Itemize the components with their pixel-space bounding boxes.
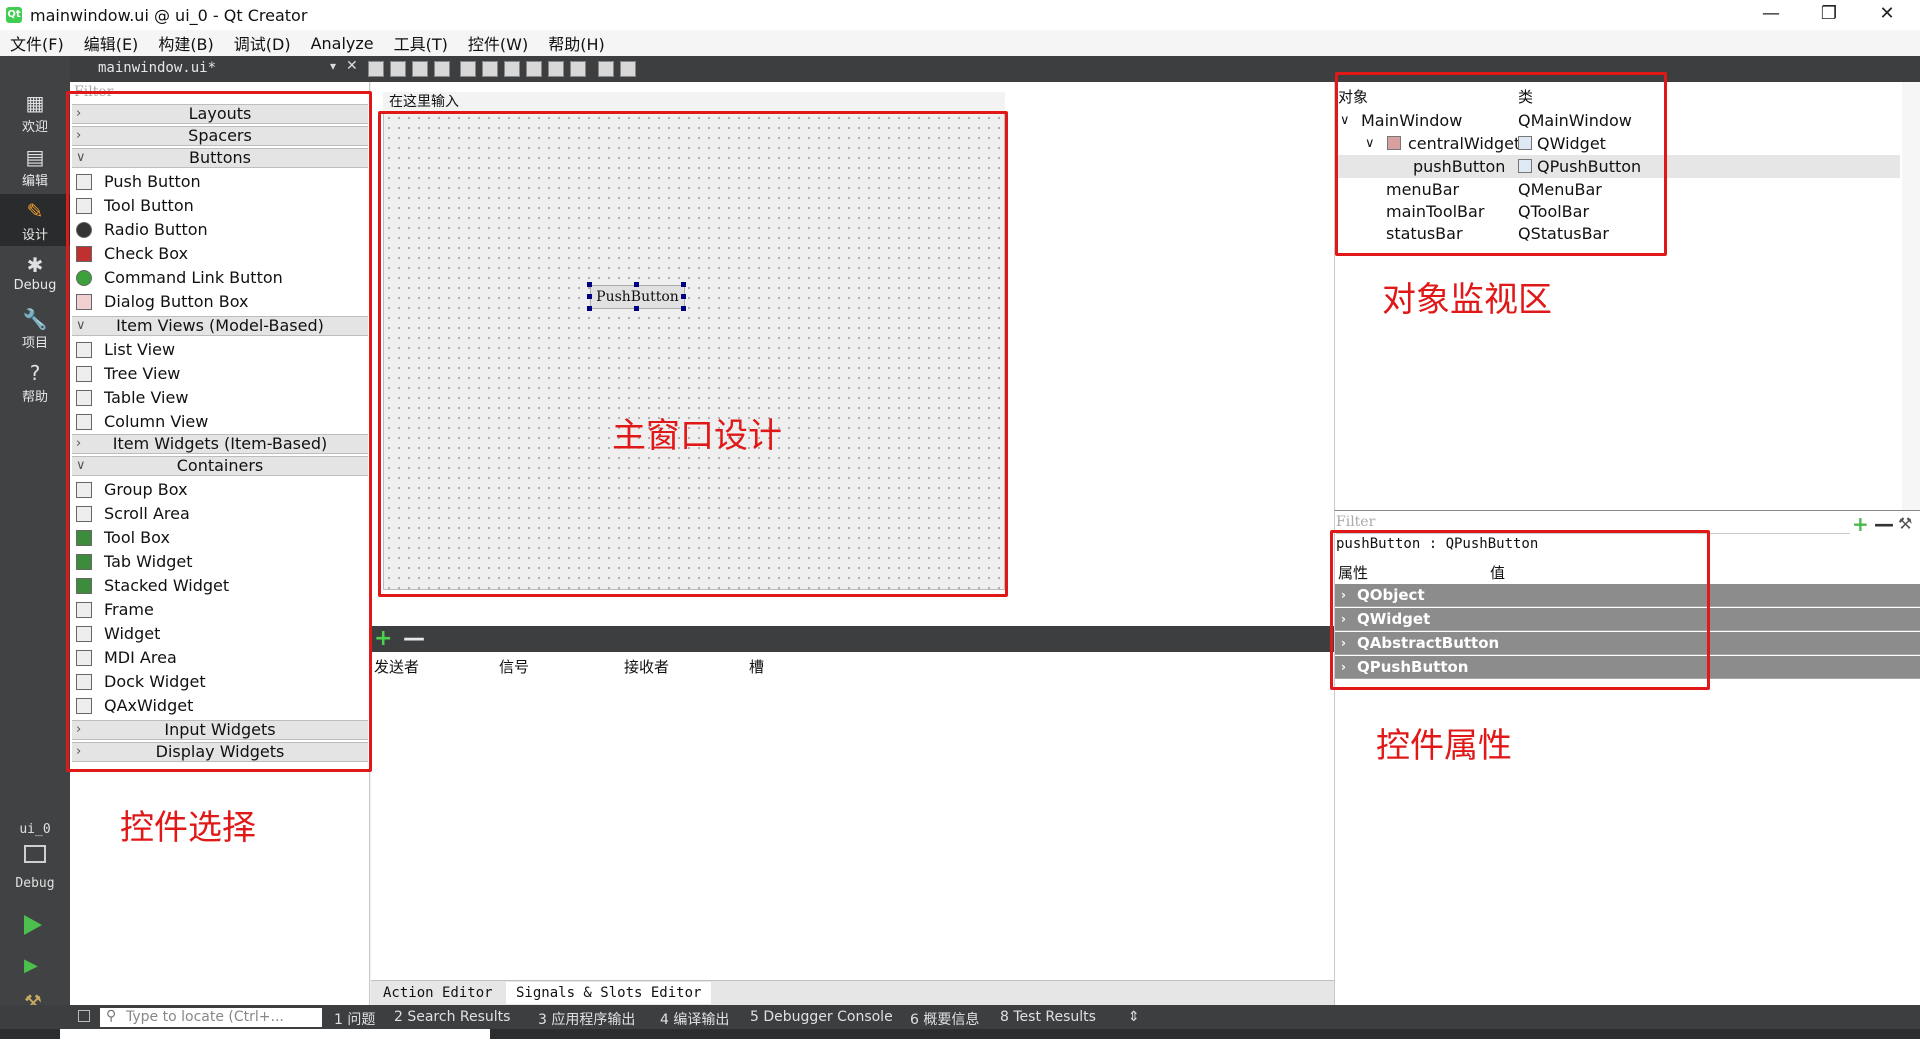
tab-action-editor[interactable]: Action Editor — [373, 982, 503, 1004]
menu-build[interactable]: 构建(B) — [148, 31, 223, 55]
signals-slots-table — [371, 652, 1334, 980]
close-document-icon[interactable]: ✕ — [346, 58, 358, 74]
column-sender[interactable]: 发送者 — [374, 656, 419, 677]
layout-horizontal-icon[interactable] — [460, 61, 476, 77]
menu-debug[interactable]: 调试(D) — [224, 31, 301, 55]
pane-application-output[interactable]: 3 应用程序输出 — [538, 1009, 635, 1029]
window-title: mainwindow.ui @ ui_0 - Qt Creator — [30, 5, 308, 25]
mode-design[interactable]: ✎ 设计 — [0, 194, 70, 246]
pane-general-messages[interactable]: 6 概要信息 — [910, 1009, 979, 1029]
mode-label: 项目 — [21, 336, 48, 351]
pane-issues[interactable]: 1 问题 — [334, 1009, 375, 1029]
mode-label: 设计 — [21, 228, 48, 243]
layout-v-splitter-icon[interactable] — [526, 61, 542, 77]
edit-signals-icon[interactable] — [390, 61, 406, 77]
layout-form-icon[interactable] — [548, 61, 564, 77]
search-icon: ⚲ — [106, 1008, 117, 1024]
form-menu-bar[interactable]: 在这里输入 — [383, 92, 1005, 112]
annotation-main-design: 主窗口设计 — [612, 416, 782, 456]
mode-edit[interactable]: ▤ 编辑 — [0, 140, 70, 192]
monitor-icon[interactable] — [24, 845, 46, 863]
pane-search-results[interactable]: 2 Search Results — [394, 1009, 510, 1025]
locator-input[interactable]: Type to locate (Ctrl+... — [100, 1008, 322, 1027]
wrench-icon[interactable]: ⚒ — [1898, 514, 1912, 533]
menu-tools[interactable]: 工具(T) — [384, 31, 458, 55]
mode-help[interactable]: ? 帮助 — [0, 356, 70, 408]
debug-run-icon[interactable]: ▶ — [24, 955, 38, 976]
close-button[interactable]: ✕ — [1858, 0, 1916, 30]
menu-file[interactable]: 文件(F) — [0, 31, 74, 55]
remove-connection-button[interactable]: — — [403, 628, 425, 650]
break-layout-icon[interactable] — [598, 61, 614, 77]
run-icon[interactable] — [24, 915, 42, 935]
kit-build-mode[interactable]: Debug — [0, 876, 70, 891]
grid-icon: ▦ — [25, 91, 45, 115]
edit-buddies-icon[interactable] — [412, 61, 428, 77]
pencil-icon: ✎ — [26, 199, 44, 223]
layout-h-splitter-icon[interactable] — [504, 61, 520, 77]
menu-bar: 文件(F) 编辑(E) 构建(B) 调试(D) Analyze 工具(T) 控件… — [0, 30, 1920, 56]
pane-compile-output[interactable]: 4 编译输出 — [660, 1009, 729, 1029]
annotation-widget-props: 控件属性 — [1376, 726, 1512, 766]
annotation-object-monitor: 对象监视区 — [1382, 280, 1552, 320]
mode-welcome[interactable]: ▦ 欢迎 — [0, 86, 70, 138]
annotation-box-widget-props — [1330, 530, 1710, 690]
column-slot[interactable]: 槽 — [749, 656, 764, 677]
annotation-widget-select: 控件选择 — [120, 808, 256, 848]
qt-logo-icon: Qt — [6, 7, 22, 23]
dropdown-arrow-icon[interactable]: ▾ — [330, 59, 336, 73]
annotation-box-object-monitor — [1335, 72, 1667, 256]
kit-project-name: ui_0 — [19, 822, 51, 837]
menu-help[interactable]: 帮助(H) — [538, 31, 615, 55]
adjust-size-icon[interactable] — [620, 61, 636, 77]
layout-vertical-icon[interactable] — [482, 61, 498, 77]
tab-signals-slots-editor[interactable]: Signals & Slots Editor — [506, 982, 712, 1004]
mode-label: 编辑 — [21, 174, 48, 189]
pane-test-results[interactable]: 8 Test Results — [1000, 1009, 1096, 1025]
add-property-button[interactable]: + — [1852, 512, 1869, 536]
add-connection-button[interactable]: + — [374, 628, 392, 650]
annotation-box-main-design — [378, 111, 1008, 597]
more-panes-icon[interactable]: ⇕ — [1128, 1009, 1140, 1025]
menu-widgets[interactable]: 控件(W) — [458, 31, 538, 55]
wrench-icon: 🔧 — [22, 307, 48, 331]
signals-slots-toolbar — [371, 626, 1334, 652]
document-icon: ▤ — [25, 145, 45, 169]
bug-icon: ✱ — [26, 253, 44, 277]
edit-widgets-icon[interactable] — [368, 61, 384, 77]
column-receiver[interactable]: 接收者 — [624, 656, 669, 677]
mode-label: 帮助 — [21, 390, 48, 405]
edit-tab-order-icon[interactable] — [434, 61, 450, 77]
layout-grid-icon[interactable] — [570, 61, 586, 77]
menu-analyze[interactable]: Analyze — [301, 34, 384, 53]
minimize-button[interactable]: — — [1742, 0, 1800, 30]
mode-label: 欢迎 — [21, 120, 48, 135]
maximize-button[interactable]: ❐ — [1800, 0, 1858, 30]
remove-property-button[interactable]: — — [1874, 512, 1894, 536]
annotation-box-widget-select — [66, 91, 372, 772]
mode-label: Debug — [13, 278, 57, 293]
object-inspector-scrollbar[interactable] — [1902, 82, 1920, 510]
toggle-sidebar-icon[interactable] — [78, 1010, 90, 1022]
document-tab[interactable]: mainwindow.ui* — [98, 60, 338, 80]
menu-edit[interactable]: 编辑(E) — [74, 31, 149, 55]
column-signal[interactable]: 信号 — [499, 656, 529, 677]
bottom-strip-highlight — [60, 1029, 490, 1039]
question-icon: ? — [29, 361, 41, 385]
mode-projects[interactable]: 🔧 项目 — [0, 302, 70, 354]
title-bar: Qt mainwindow.ui @ ui_0 - Qt Creator — ❐… — [0, 0, 1920, 30]
mode-debug[interactable]: ✱ Debug — [0, 248, 70, 300]
pane-debugger-console[interactable]: 5 Debugger Console — [750, 1009, 893, 1025]
